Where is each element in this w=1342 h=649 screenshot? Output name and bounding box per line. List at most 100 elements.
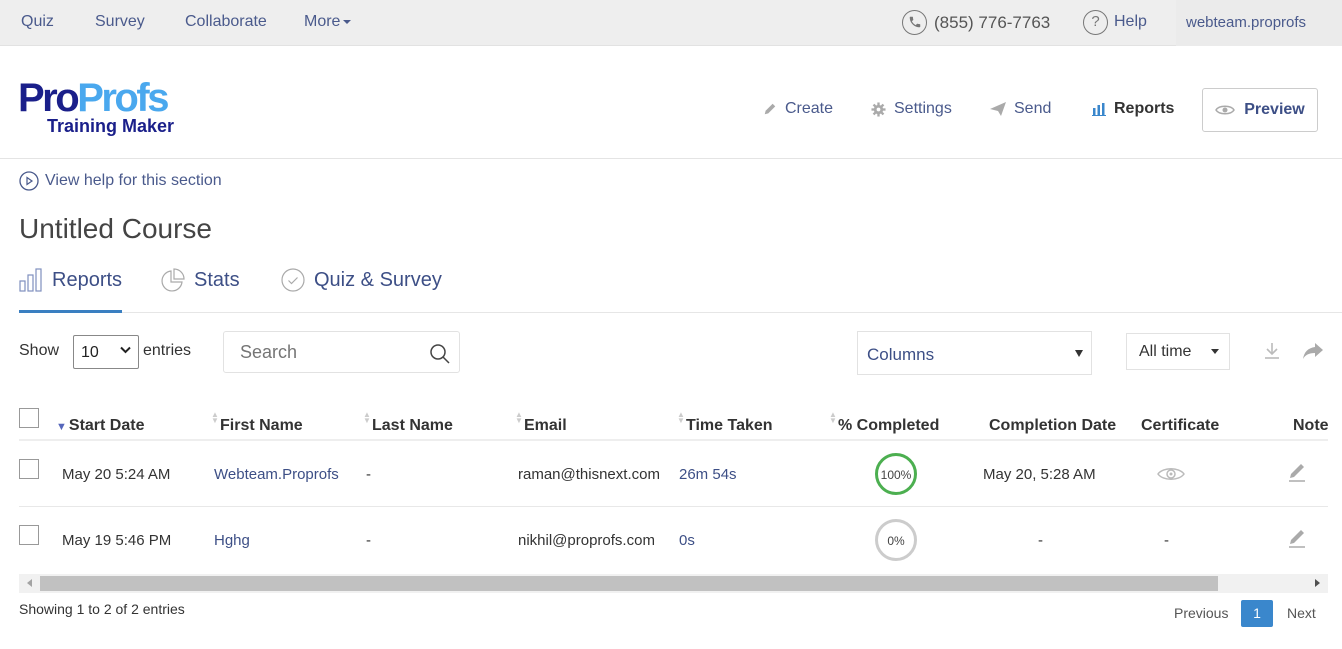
search-input[interactable] xyxy=(224,332,414,363)
col-certificate: Certificate xyxy=(1141,417,1220,434)
col-completion-date: Completion Date xyxy=(989,417,1117,434)
nav-reports[interactable]: Reports xyxy=(1092,100,1174,118)
cell-email: raman@thisnext.com xyxy=(518,466,660,483)
tab-reports-label: Reports xyxy=(52,268,123,291)
app-header: ProProfs Training Maker Create Settings … xyxy=(0,47,1342,159)
entries-label: entries xyxy=(143,342,192,359)
col-first-name[interactable]: ▲ ▼ First Name xyxy=(211,411,303,435)
check-circle-icon xyxy=(281,268,305,292)
edit-note-icon[interactable] xyxy=(1287,461,1307,487)
logo[interactable]: ProProfs Training Maker xyxy=(18,76,175,136)
table-row: May 19 5:46 PM Hghg - nikhil@proprofs.co… xyxy=(19,507,1328,573)
table-info: Showing 1 to 2 of 2 entries xyxy=(19,601,185,617)
completion-ring: 100% xyxy=(875,453,917,495)
scroll-right-arrow-icon[interactable] xyxy=(1315,579,1320,587)
time-filter-dropdown[interactable]: All time xyxy=(1126,333,1230,370)
nav-send[interactable]: Send xyxy=(990,100,1051,118)
eye-icon xyxy=(1215,105,1236,115)
col-start-date[interactable]: ▼ Start Date xyxy=(56,417,144,435)
cell-time-taken[interactable]: 26m 54s xyxy=(679,466,737,483)
cell-last-name: - xyxy=(366,532,371,549)
help-link[interactable]: Help xyxy=(1114,13,1147,31)
sort-icon: ▲ ▼ xyxy=(677,410,685,425)
pagination-page-1[interactable]: 1 xyxy=(1241,600,1273,627)
scroll-left-arrow-icon[interactable] xyxy=(27,579,32,587)
cell-completion-date: May 20, 5:28 AM xyxy=(983,466,1096,483)
pagination-next[interactable]: Next xyxy=(1287,605,1316,621)
col-time-taken-label: Time Taken xyxy=(686,417,773,434)
cell-time-taken[interactable]: 0s xyxy=(679,532,695,549)
caret-down-icon xyxy=(1211,349,1219,354)
download-icon[interactable] xyxy=(1264,342,1280,365)
cell-first-name[interactable]: Webteam.Proprofs xyxy=(214,466,339,483)
view-certificate-icon[interactable] xyxy=(1157,466,1185,486)
tab-reports[interactable]: Reports xyxy=(19,268,122,292)
cell-last-name: - xyxy=(366,466,371,483)
nav-settings[interactable]: Settings xyxy=(871,100,952,118)
col-completed[interactable]: ▲ ▼% Completed xyxy=(829,411,939,435)
col-last-name-label: Last Name xyxy=(372,417,453,434)
topnav-quiz[interactable]: Quiz xyxy=(21,13,54,31)
active-tab-indicator xyxy=(19,310,122,313)
help-icon[interactable]: ? xyxy=(1083,10,1108,35)
sort-icon: ▲ ▼ xyxy=(211,410,219,425)
page-title: Untitled Course xyxy=(19,213,212,244)
caret-down-icon xyxy=(343,19,352,24)
cell-certificate: - xyxy=(1164,532,1169,549)
tab-quiz-survey[interactable]: Quiz & Survey xyxy=(281,268,442,292)
pagination-previous[interactable]: Previous xyxy=(1174,605,1228,621)
nav-reports-label: Reports xyxy=(1114,100,1175,117)
preview-label: Preview xyxy=(1244,101,1305,118)
topnav-survey[interactable]: Survey xyxy=(95,13,145,31)
topnav-more[interactable]: More xyxy=(304,13,352,31)
completion-percent: 0% xyxy=(887,534,905,548)
caret-down-icon xyxy=(1075,350,1083,357)
sort-icon: ▲ ▼ xyxy=(363,410,371,425)
report-tabs: Reports Stats Quiz & Survey xyxy=(19,262,1342,313)
tab-stats[interactable]: Stats xyxy=(161,268,240,292)
completion-percent: 100% xyxy=(880,468,912,482)
completion-ring: 0% xyxy=(875,519,917,561)
topnav-more-label: More xyxy=(304,13,341,30)
horizontal-scrollbar[interactable] xyxy=(19,574,1328,593)
show-label: Show xyxy=(19,342,60,359)
table-header: ▼ Start Date ▲ ▼ First Name ▲ ▼ Last Name ▲ ▼ E… xyxy=(19,405,1328,441)
nav-create[interactable]: Create xyxy=(763,100,833,118)
tab-stats-label: Stats xyxy=(194,268,240,291)
cell-start-date: May 19 5:46 PM xyxy=(62,532,172,549)
phone-number[interactable]: (855) 776-7763 xyxy=(934,13,1050,33)
col-note: Note xyxy=(1293,417,1328,434)
col-time-taken[interactable]: ▲ ▼ Time Taken xyxy=(677,411,773,435)
entries-select[interactable]: 10 xyxy=(73,335,139,369)
search-icon[interactable] xyxy=(429,343,451,370)
col-email[interactable]: ▲ ▼ Email xyxy=(515,411,567,435)
preview-button[interactable]: Preview xyxy=(1202,88,1318,132)
topnav-collaborate[interactable]: Collaborate xyxy=(185,13,267,31)
user-menu[interactable]: webteam.proprofs xyxy=(1176,0,1342,46)
columns-dropdown[interactable]: Columns xyxy=(857,331,1092,375)
share-icon[interactable] xyxy=(1302,342,1324,365)
sort-desc-icon: ▼ xyxy=(56,421,67,433)
gear-icon xyxy=(871,101,886,117)
pencil-icon xyxy=(764,103,776,115)
cell-first-name[interactable]: Hghg xyxy=(214,532,250,549)
sort-icon: ▲ ▼ xyxy=(829,410,837,425)
bar-chart-icon xyxy=(1092,103,1106,116)
sort-icon: ▲ ▼ xyxy=(515,410,523,425)
logo-part2: Profs xyxy=(77,76,169,120)
chevron-down-icon xyxy=(120,343,131,357)
scrollbar-thumb[interactable] xyxy=(40,576,1218,591)
select-all-checkbox[interactable] xyxy=(19,408,39,428)
play-circle-icon xyxy=(19,171,39,191)
nav-send-label: Send xyxy=(1014,100,1052,117)
row-checkbox[interactable] xyxy=(19,525,39,545)
logo-subtitle: Training Maker xyxy=(47,116,175,136)
cell-start-date: May 20 5:24 AM xyxy=(62,466,171,483)
view-help-link[interactable]: View help for this section xyxy=(19,171,222,191)
edit-note-icon[interactable] xyxy=(1287,527,1307,553)
bar-chart-outline-icon xyxy=(19,268,42,292)
row-checkbox[interactable] xyxy=(19,459,39,479)
nav-settings-label: Settings xyxy=(894,100,952,117)
col-last-name[interactable]: ▲ ▼ Last Name xyxy=(363,411,453,435)
table-row: May 20 5:24 AM Webteam.Proprofs - raman@… xyxy=(19,441,1328,507)
